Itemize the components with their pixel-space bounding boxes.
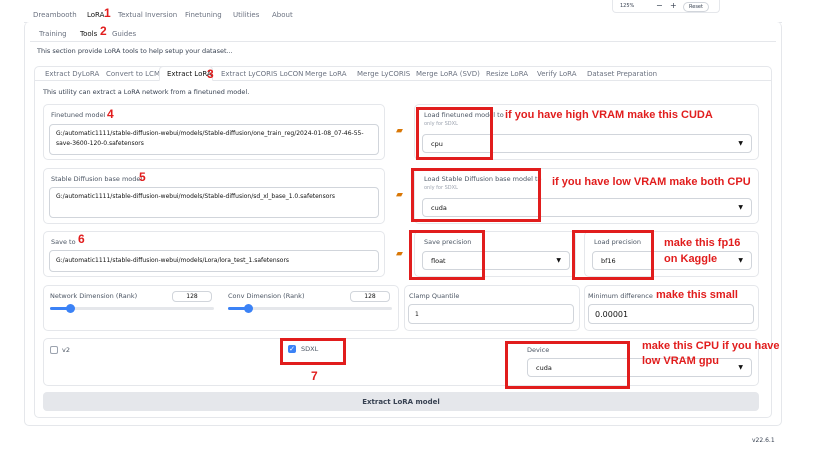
annotation-box-load-finetuned xyxy=(416,107,493,160)
tooltab-extract-lycoris[interactable]: Extract LyCORIS LoCON xyxy=(221,70,303,78)
save-to-input[interactable]: G:/automatic1111/stable-diffusion-webui/… xyxy=(49,250,379,272)
annotation-vram-high: if you have high VRAM make this CUDA xyxy=(505,109,713,121)
tab-finetuning[interactable]: Finetuning xyxy=(185,11,222,19)
tab-textual-inversion[interactable]: Textual Inversion xyxy=(118,11,177,19)
conv-dim-slider[interactable] xyxy=(228,304,392,313)
tooltab-extract-lora[interactable]: Extract LoRA xyxy=(167,70,212,78)
zoom-level: 125% xyxy=(620,3,635,9)
conv-dim-number[interactable]: 128 xyxy=(350,291,390,302)
tooltab-merge-lora-svd[interactable]: Merge LoRA (SVD) xyxy=(416,70,480,78)
finetuned-folder-icon[interactable]: ▰ xyxy=(396,126,403,136)
annotation-number-2: 2 xyxy=(100,24,107,38)
chevron-down-icon: ▼ xyxy=(738,140,743,147)
clamp-label: Clamp Quantile xyxy=(409,292,460,300)
base-label: Stable Diffusion base model xyxy=(51,175,143,183)
finetuned-model-input[interactable]: G:/automatic1111/stable-diffusion-webui/… xyxy=(49,124,379,155)
annotation-number-3: 3 xyxy=(207,67,214,81)
tooltab-merge-lycoris[interactable]: Merge LyCORIS xyxy=(357,70,410,78)
tooltab-verify-lora[interactable]: Verify LoRA xyxy=(537,70,577,78)
tab-utilities[interactable]: Utilities xyxy=(233,11,259,19)
subtab-tools[interactable]: Tools xyxy=(80,30,97,38)
section-note: This section provide LoRA tools to help … xyxy=(37,47,233,55)
save-label: Save to xyxy=(51,238,76,246)
chevron-down-icon: ▼ xyxy=(556,257,561,264)
conv-dim-label: Conv Dimension (Rank) xyxy=(228,292,305,300)
chevron-down-icon: ▼ xyxy=(738,364,743,371)
base-model-input[interactable]: G:/automatic1111/stable-diffusion-webui/… xyxy=(49,187,379,218)
network-dim-label: Network Dimension (Rank) xyxy=(50,292,138,300)
annotation-box-save-precision xyxy=(409,230,485,280)
network-dim-slider[interactable] xyxy=(50,304,214,313)
tooltab-resize-lora[interactable]: Resize LoRA xyxy=(486,70,528,78)
zoom-out-button[interactable]: − xyxy=(656,1,663,10)
sub-tabs-divider xyxy=(30,41,776,42)
annotation-cpu-line1: make this CPU if you have xyxy=(642,340,780,352)
subtab-training[interactable]: Training xyxy=(39,30,67,38)
tab-dreambooth[interactable]: Dreambooth xyxy=(33,11,77,19)
chevron-down-icon: ▼ xyxy=(738,257,743,264)
tooltab-extract-dylora[interactable]: Extract DyLoRA xyxy=(45,70,99,78)
annotation-number-5: 5 xyxy=(139,170,146,184)
annotation-number-1: 1 xyxy=(104,6,111,20)
min-diff-input[interactable]: 0.00001 xyxy=(588,304,754,324)
subtab-guides[interactable]: Guides xyxy=(112,30,136,38)
zoom-reset-button[interactable]: Reset xyxy=(683,2,709,12)
conv-dim-slider-thumb[interactable] xyxy=(244,304,253,313)
tooltab-convert-lcm[interactable]: Convert to LCM xyxy=(106,70,160,78)
clamp-input[interactable]: 1 xyxy=(408,304,574,324)
annotation-number-4: 4 xyxy=(107,107,114,121)
finetuned-label: Finetuned model xyxy=(51,111,106,119)
annotation-box-load-precision xyxy=(572,230,654,280)
annotation-cpu-line2: low VRAM gpu xyxy=(642,355,719,367)
utility-note: This utility can extract a LoRA network … xyxy=(43,88,250,96)
annotation-number-6: 6 xyxy=(78,232,85,246)
annotation-vram-low: if you have low VRAM make both CPU xyxy=(552,176,751,188)
tab-lora[interactable]: LoRA xyxy=(87,11,104,19)
tooltab-dataset-prep[interactable]: Dataset Preparation xyxy=(587,70,657,78)
clamp-value: 1 xyxy=(415,310,419,318)
annotation-box-load-base xyxy=(411,168,541,222)
network-dim-slider-thumb[interactable] xyxy=(66,304,75,313)
v2-checkbox[interactable] xyxy=(50,346,58,354)
extract-lora-button[interactable]: Extract LoRA model xyxy=(43,392,759,411)
annotation-fp16-line1: make this fp16 xyxy=(664,237,741,249)
zoom-in-button[interactable]: + xyxy=(670,1,677,10)
base-folder-icon[interactable]: ▰ xyxy=(396,190,403,200)
annotation-small: make this small xyxy=(656,289,738,301)
v2-label: v2 xyxy=(62,346,70,354)
annotation-number-7: 7 xyxy=(311,369,318,383)
chevron-down-icon: ▼ xyxy=(738,204,743,211)
annotation-box-device xyxy=(505,341,630,389)
tab-about[interactable]: About xyxy=(272,11,293,19)
min-diff-value: 0.00001 xyxy=(595,309,629,319)
save-folder-icon[interactable]: ▰ xyxy=(396,249,403,259)
min-diff-label: Minimum difference xyxy=(588,292,653,300)
network-dim-number[interactable]: 128 xyxy=(172,291,212,302)
annotation-box-sdxl xyxy=(280,338,346,365)
tool-tabs-divider-right xyxy=(213,80,772,81)
tooltab-merge-lora[interactable]: Merge LoRA xyxy=(305,70,347,78)
annotation-fp16-line2: on Kaggle xyxy=(664,253,718,265)
version-label: v22.6.1 xyxy=(752,437,775,444)
tool-tabs-divider xyxy=(34,80,159,81)
